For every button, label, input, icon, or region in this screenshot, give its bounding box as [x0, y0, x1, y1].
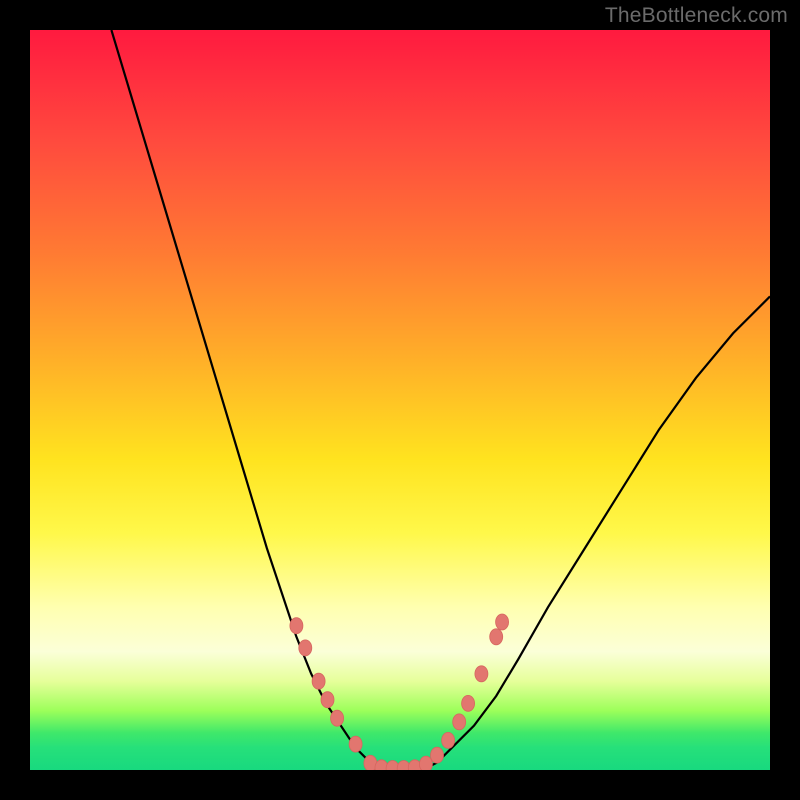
- curve-marker: [312, 673, 325, 689]
- curve-marker: [462, 695, 475, 711]
- curve-right-branch: [422, 296, 770, 770]
- curve-marker: [349, 736, 362, 752]
- chart-frame: TheBottleneck.com: [0, 0, 800, 800]
- curve-marker: [453, 714, 466, 730]
- chart-plot-area: [30, 30, 770, 770]
- curve-marker: [290, 618, 303, 634]
- curve-marker: [496, 614, 509, 630]
- curve-markers: [290, 614, 509, 770]
- curve-marker: [321, 692, 334, 708]
- curve-marker: [431, 747, 444, 763]
- curve-marker: [299, 640, 312, 656]
- curve-left-branch: [111, 30, 377, 770]
- watermark-text: TheBottleneck.com: [605, 4, 788, 28]
- curve-marker: [442, 732, 455, 748]
- curve-marker: [490, 629, 503, 645]
- curve-marker: [475, 666, 488, 682]
- chart-svg: [30, 30, 770, 770]
- curve-marker: [419, 756, 432, 770]
- curve-marker: [331, 710, 344, 726]
